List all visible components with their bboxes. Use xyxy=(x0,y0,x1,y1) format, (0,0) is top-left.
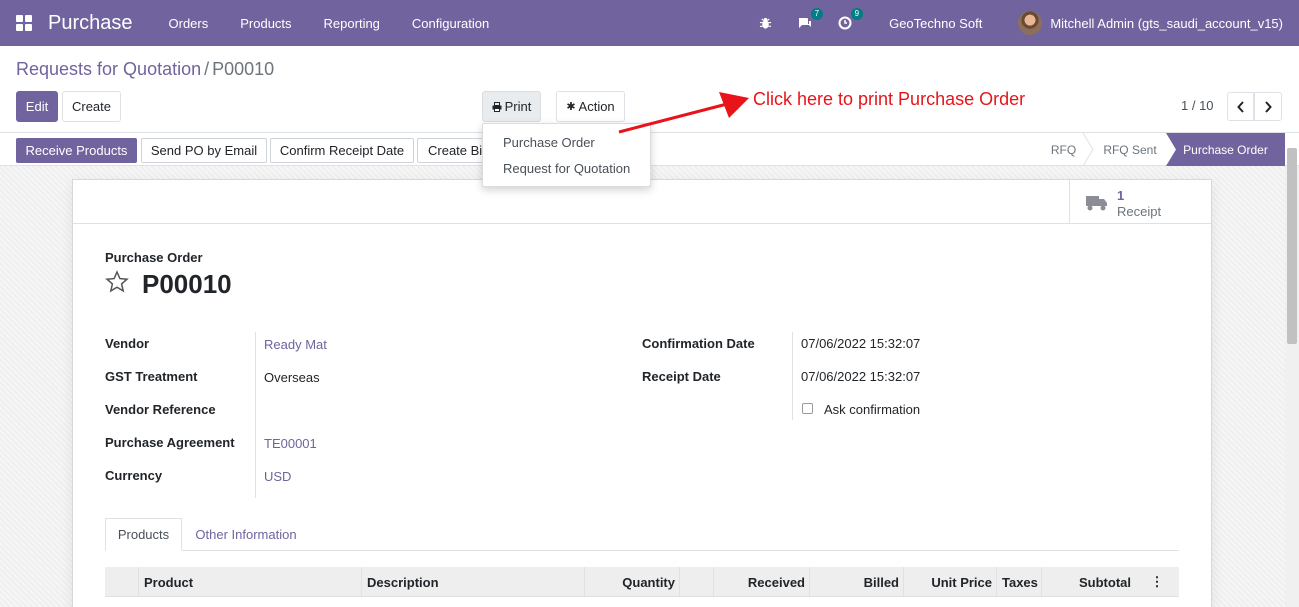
breadcrumb-separator: / xyxy=(204,59,210,79)
menu-products[interactable]: Products xyxy=(224,16,307,31)
company-switcher[interactable]: GeoTechno Soft xyxy=(889,16,982,31)
column-description[interactable]: Description xyxy=(361,567,585,597)
chevron-left-icon xyxy=(1236,100,1244,113)
currency-label: Currency xyxy=(105,468,163,483)
column-unit-price[interactable]: Unit Price xyxy=(903,567,997,597)
breadcrumb-parent[interactable]: Requests for Quotation xyxy=(16,59,201,79)
column-quantity[interactable]: Quantity xyxy=(584,567,680,597)
navbar-systray: 7 9 GeoTechno Soft Mitchell Admin (gts_s… xyxy=(755,0,1299,46)
tab-products[interactable]: Products xyxy=(105,518,182,551)
document-type: Purchase Order xyxy=(105,250,203,265)
gear-icon: ✱ xyxy=(566,101,576,113)
messages-badge: 7 xyxy=(810,8,824,20)
user-avatar[interactable] xyxy=(1018,11,1043,35)
field-divider xyxy=(255,332,256,498)
receipt-smart-button[interactable]: 1 Receipt xyxy=(1069,180,1211,224)
debug-bug-icon[interactable] xyxy=(755,13,775,33)
receive-products-button[interactable]: Receive Products xyxy=(16,138,137,163)
column-received[interactable]: Received xyxy=(713,567,810,597)
star-favorite-icon[interactable] xyxy=(105,270,129,294)
confirmation-date-label: Confirmation Date xyxy=(642,336,755,351)
ask-confirmation-checkbox[interactable] xyxy=(802,403,813,414)
pager-value[interactable]: 1 / 10 xyxy=(1181,98,1214,113)
menu-orders[interactable]: Orders xyxy=(153,16,225,31)
create-bill-button[interactable]: Create Bi xyxy=(417,138,487,163)
receipt-date-value[interactable]: 07/06/2022 15:32:07 xyxy=(801,369,920,384)
messages-chat-icon[interactable]: 7 xyxy=(795,8,824,33)
truck-icon xyxy=(1086,196,1107,211)
breadcrumb: Requests for Quotation / P00010 xyxy=(16,59,274,80)
notebook-tabs: Products Other Information xyxy=(105,518,1179,551)
edit-button[interactable]: Edit xyxy=(16,91,58,122)
pager-previous-button[interactable] xyxy=(1227,92,1254,121)
annotation-text: Click here to print Purchase Order xyxy=(753,89,1026,109)
vendor-reference-label: Vendor Reference xyxy=(105,402,216,417)
apps-menu-icon[interactable] xyxy=(16,15,32,31)
app-name[interactable]: Purchase xyxy=(48,12,133,35)
currency-value[interactable]: USD xyxy=(264,469,291,484)
scrollbar-thumb[interactable] xyxy=(1287,148,1297,344)
receipt-date-label: Receipt Date xyxy=(642,369,721,384)
stage-separator xyxy=(1082,133,1094,166)
receipt-label: Receipt xyxy=(1117,204,1162,219)
print-icon xyxy=(492,101,502,112)
stage-rfq-sent[interactable]: RFQ Sent xyxy=(1094,133,1166,166)
create-button[interactable]: Create xyxy=(62,91,121,122)
vendor-value[interactable]: Ready Mat xyxy=(264,337,327,352)
column-billed[interactable]: Billed xyxy=(809,567,904,597)
field-divider xyxy=(792,332,793,420)
column-spacer xyxy=(679,567,714,597)
print-request-for-quotation-item[interactable]: Request for Quotation xyxy=(503,161,630,176)
purchase-agreement-value[interactable]: TE00001 xyxy=(264,436,317,451)
menu-configuration[interactable]: Configuration xyxy=(396,16,505,31)
column-product[interactable]: Product xyxy=(138,567,362,597)
user-menu[interactable]: Mitchell Admin (gts_saudi_account_v15) xyxy=(1050,16,1283,31)
activities-badge: 9 xyxy=(850,8,864,20)
form-sheet: 1 Receipt Purchase Order P00010 Vendor G… xyxy=(72,179,1212,607)
print-purchase-order-item[interactable]: Purchase Order xyxy=(503,135,595,150)
purchase-agreement-label: Purchase Agreement xyxy=(105,435,235,450)
vendor-label: Vendor xyxy=(105,336,150,351)
chevron-right-icon xyxy=(1265,100,1272,113)
print-label: Print xyxy=(504,99,532,114)
activities-clock-icon[interactable]: 9 xyxy=(835,8,864,33)
annotation-arrow xyxy=(618,92,749,134)
optional-columns-icon[interactable]: ⋮ xyxy=(1135,567,1179,597)
print-button[interactable]: Print xyxy=(482,91,541,122)
column-taxes[interactable]: Taxes xyxy=(996,567,1042,597)
column-subtotal[interactable]: Subtotal xyxy=(1041,567,1136,597)
confirmation-date-value[interactable]: 07/06/2022 15:32:07 xyxy=(801,336,920,351)
receipt-count: 1 xyxy=(1117,188,1125,203)
gst-treatment-value[interactable]: Overseas xyxy=(264,370,320,385)
document-name: P00010 xyxy=(142,269,232,299)
stage-purchase-order[interactable]: Purchase Order xyxy=(1166,133,1285,166)
menu-reporting[interactable]: Reporting xyxy=(308,16,396,31)
gst-treatment-label: GST Treatment xyxy=(105,369,198,384)
action-label: Action xyxy=(578,99,615,114)
send-po-by-email-button[interactable]: Send PO by Email xyxy=(141,138,267,163)
pager-next-button[interactable] xyxy=(1254,92,1282,121)
top-navbar: Purchase Orders Products Reporting Confi… xyxy=(0,0,1299,46)
confirm-receipt-date-button[interactable]: Confirm Receipt Date xyxy=(270,138,414,163)
ask-confirmation-label[interactable]: Ask confirmation xyxy=(824,402,920,417)
row-handle-column xyxy=(105,567,138,597)
breadcrumb-current: P00010 xyxy=(212,59,275,79)
tab-other-information[interactable]: Other Information xyxy=(185,518,307,551)
order-lines-table-header: Product Description Quantity Received Bi… xyxy=(105,567,1179,597)
